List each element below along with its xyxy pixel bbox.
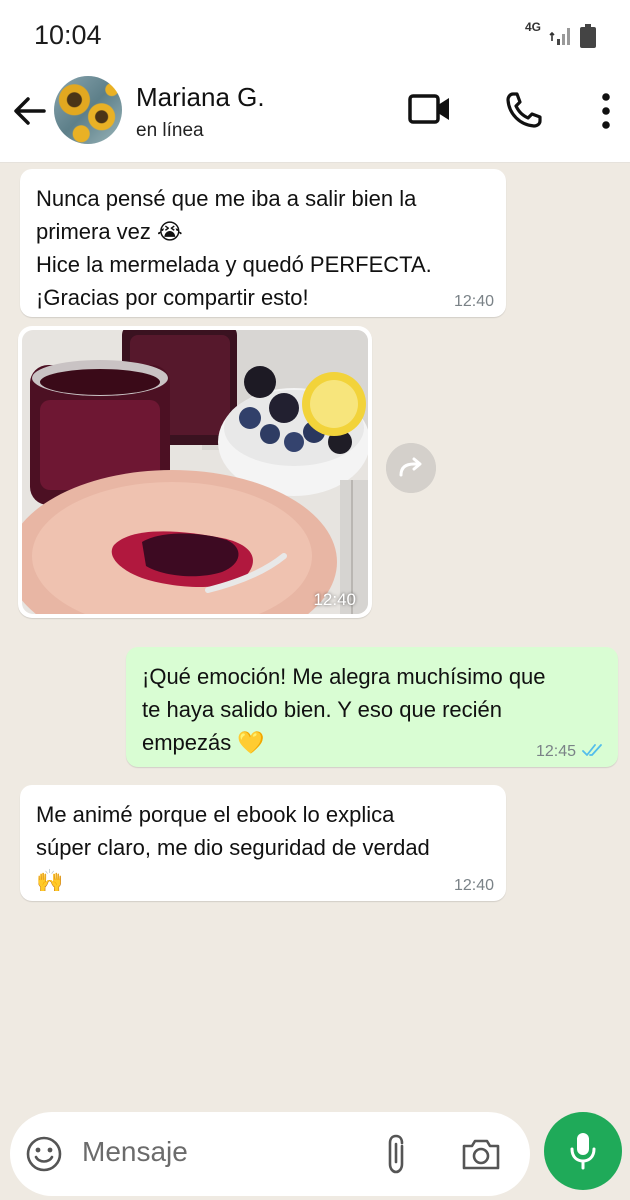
video-call-icon[interactable] (408, 92, 452, 126)
network-indicator: 4G (524, 20, 541, 34)
contact-status: en línea (136, 120, 204, 141)
more-icon[interactable] (598, 92, 614, 130)
jam-photo[interactable] (22, 330, 368, 614)
emoji-icon[interactable] (26, 1136, 62, 1172)
signal-icon (549, 28, 570, 45)
image-message[interactable]: 12:40 (18, 326, 372, 618)
phone-icon[interactable] (504, 90, 544, 130)
chat-area[interactable]: Nunca pensé que me iba a salir bien la p… (0, 163, 630, 1100)
message-incoming[interactable]: Me animé porque el ebook lo explica súpe… (20, 785, 506, 901)
message-text: Me animé porque el ebook lo explica súpe… (36, 802, 430, 893)
status-time: 10:04 (34, 20, 102, 50)
message-placeholder[interactable]: Mensaje (82, 1136, 188, 1168)
message-outgoing[interactable]: ¡Qué emoción! Me alegra muchísimo que te… (126, 647, 618, 767)
forward-icon[interactable] (386, 443, 436, 493)
back-arrow-icon[interactable] (10, 92, 48, 130)
camera-icon[interactable] (460, 1136, 502, 1172)
jam-image (22, 330, 368, 614)
message-input[interactable]: Mensaje (10, 1112, 530, 1196)
message-text: Nunca pensé que me iba a salir bien la p… (36, 186, 432, 310)
message-time: 12:40 (453, 877, 494, 894)
read-ticks-icon (582, 744, 602, 756)
avatar[interactable] (54, 76, 122, 144)
contact-name[interactable]: Mariana G. (136, 82, 265, 113)
mic-button[interactable] (544, 1112, 622, 1190)
message-time: 12:40 (453, 293, 494, 310)
message-time: 12:45 (535, 743, 576, 760)
battery-icon (580, 24, 596, 48)
mic-icon (570, 1133, 596, 1170)
image-time: 12:40 (313, 590, 356, 609)
attach-icon[interactable] (382, 1134, 410, 1174)
message-time-status: 12:45 (536, 743, 606, 761)
message-incoming[interactable]: Nunca pensé que me iba a salir bien la p… (20, 169, 506, 317)
compose-bar: Mensaje (0, 1100, 630, 1200)
status-bar: 10:04 4G (0, 0, 630, 70)
chat-header: Mariana G. en línea (0, 70, 630, 163)
